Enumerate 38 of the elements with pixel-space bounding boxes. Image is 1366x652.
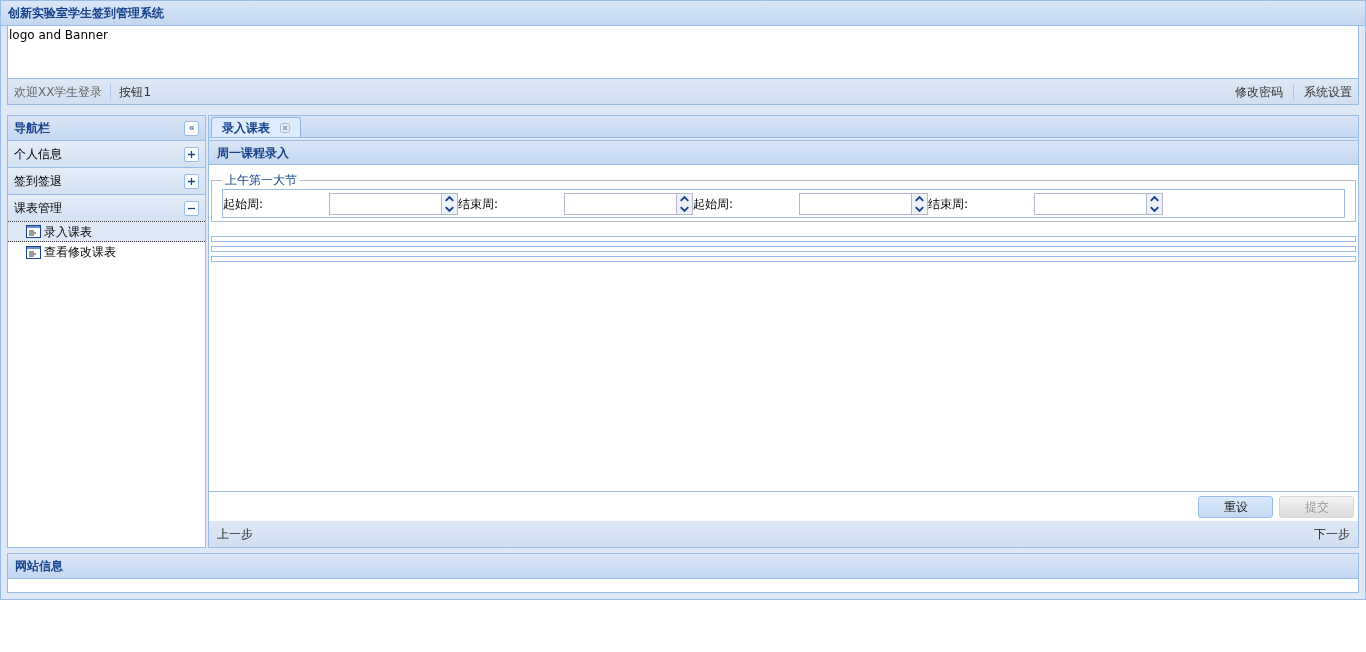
spinner-arrows[interactable] xyxy=(442,192,458,215)
collapse-button[interactable]: « xyxy=(184,120,199,136)
form-icon xyxy=(26,245,41,259)
spinner-arrows[interactable] xyxy=(912,192,928,215)
accordion-header[interactable]: 签到签退 xyxy=(8,168,205,195)
spinner-arrows[interactable] xyxy=(1147,192,1163,215)
tree-item[interactable]: 录入课表 xyxy=(8,222,205,242)
toolbar-button[interactable]: 按钮1 xyxy=(119,82,152,101)
number-field[interactable] xyxy=(564,192,677,215)
toolbar-button[interactable]: 修改密码 xyxy=(1235,82,1283,101)
form-title: 周一课程录入 xyxy=(209,141,1358,165)
prev-button[interactable]: 上一步 xyxy=(217,525,253,543)
nav-title: 导航栏 xyxy=(14,120,50,137)
plus-icon xyxy=(184,146,199,162)
window-title: 创新实验室学生签到管理系统 xyxy=(1,1,1365,26)
form-icon xyxy=(26,225,41,238)
spinner-arrows[interactable] xyxy=(677,192,693,215)
reset-button[interactable]: 重设 xyxy=(1198,495,1273,518)
number-field[interactable] xyxy=(799,192,912,215)
field-label: 起始周: xyxy=(693,195,735,213)
field-label: 结束周: xyxy=(458,195,500,213)
accordion-header[interactable]: 个人信息 xyxy=(8,141,205,168)
number-field[interactable] xyxy=(1034,192,1147,215)
minus-icon xyxy=(184,200,199,216)
fieldset-legend: 上午第一大节 xyxy=(222,171,300,189)
welcome-text: 欢迎XX学生登录 xyxy=(14,83,103,101)
close-icon[interactable] xyxy=(280,122,290,133)
plus-icon xyxy=(184,173,199,189)
tab[interactable]: 录入课表 xyxy=(211,117,301,137)
field-label: 起始周: xyxy=(223,195,265,213)
banner-text: logo and Banner xyxy=(8,28,108,42)
footer-title: 网站信息 xyxy=(8,554,1358,579)
next-button[interactable]: 下一步 xyxy=(1314,525,1350,543)
tree-item[interactable]: 查看修改课表 xyxy=(8,242,205,262)
field-label: 结束周: xyxy=(928,195,970,213)
toolbar-button[interactable]: 系统设置 xyxy=(1304,82,1352,101)
accordion-header[interactable]: 课表管理 xyxy=(8,195,205,222)
number-field[interactable] xyxy=(329,192,442,215)
